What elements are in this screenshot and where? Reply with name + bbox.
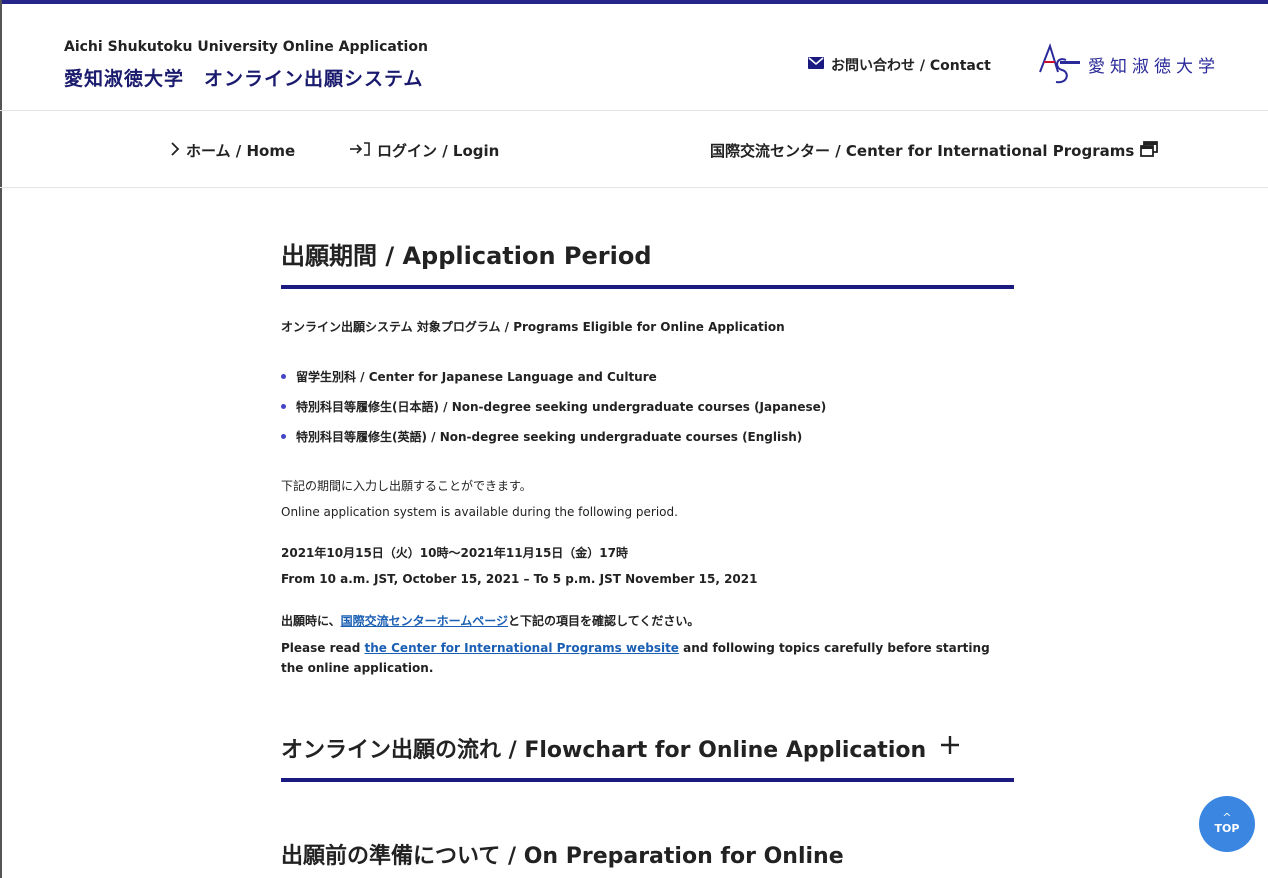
system-name-ja[interactable]: 愛知淑徳大学 オンライン出願システム [64,64,423,91]
nav-home-label: ホーム / Home [186,142,296,160]
back-to-top-button[interactable]: ^ TOP [1199,796,1255,852]
bullet-icon [281,433,286,439]
caret-up-icon: ^ [1222,811,1232,824]
international-center-link-ja[interactable]: 国際交流センターホームページ [341,614,508,628]
title-underline [281,285,1014,289]
login-icon [349,141,371,161]
top-label: TOP [1214,822,1240,835]
availability-en: Online application system is available d… [281,505,678,519]
program-label: 留学生別科 / Center for Japanese Language and… [296,369,657,384]
list-item: 留学生別科 / Center for Japanese Language and… [281,361,1014,391]
nav-international-center-label: 国際交流センター / Center for International Prog… [710,142,1135,160]
program-label: 特別科目等履修生(日本語) / Non-degree seeking under… [296,399,827,414]
logo-mark-icon [1036,42,1082,86]
flowchart-underline [281,778,1014,782]
programs-list: 留学生別科 / Center for Japanese Language and… [281,361,1014,451]
site-header: Aichi Shukutoku University Online Applic… [0,4,1268,111]
page-title: 出願期間 / Application Period [281,242,652,270]
contact-link[interactable]: お問い合わせ / Contact [808,55,991,75]
confirm-ja: 出願時に、国際交流センターホームページと下記の項目を確認してください。 [281,608,1014,634]
program-label: 特別科目等履修生(英語) / Non-degree seeking underg… [296,429,803,444]
chevron-right-icon [170,141,180,160]
university-logo[interactable]: 愛知淑徳大学 [1036,42,1220,86]
availability-ja: 下記の期間に入力し出願することができます。 [281,479,532,493]
external-window-icon [1140,140,1159,161]
international-center-link-en[interactable]: the Center for International Programs we… [365,641,679,655]
flowchart-accordion-toggle[interactable]: オンライン出願の流れ / Flowchart for Online Applic… [281,732,1014,764]
plus-icon [940,735,960,761]
confirm-ja-prefix: 出願時に、 [281,614,341,628]
preparation-title[interactable]: 出願前の準備について / On Preparation for Online [281,838,1014,870]
main-content: 出願期間 / Application Period オンライン出願システム 対象… [281,188,1014,870]
system-name-en: Aichi Shukutoku University Online Applic… [64,39,428,55]
flowchart-title: オンライン出願の流れ / Flowchart for Online Applic… [281,738,927,763]
nav-login-label: ログイン / Login [377,142,500,160]
period-ja: 2021年10月15日（火）10時～2021年11月15日（金）17時 [281,546,628,560]
list-item: 特別科目等履修生(英語) / Non-degree seeking underg… [281,421,1014,451]
nav-home[interactable]: ホーム / Home [170,140,295,161]
bullet-icon [281,403,286,409]
main-nav: ホーム / Home ログイン / Login 国際交流センター / Cente… [0,111,1268,188]
bullet-icon [281,373,286,379]
logo-text: 愛知淑徳大学 [1088,56,1220,77]
nav-login[interactable]: ログイン / Login [349,140,499,161]
confirm-en: Please read the Center for International… [281,638,1014,678]
period-en: From 10 a.m. JST, October 15, 2021 – To … [281,572,758,586]
confirm-ja-suffix: と下記の項目を確認してください。 [508,614,700,628]
programs-heading: オンライン出願システム 対象プログラム / Programs Eligible … [281,320,785,334]
list-item: 特別科目等履修生(日本語) / Non-degree seeking under… [281,391,1014,421]
confirm-en-prefix: Please read [281,641,365,655]
envelope-icon [808,57,824,73]
contact-label: お問い合わせ / Contact [831,58,991,74]
nav-international-center[interactable]: 国際交流センター / Center for International Prog… [710,140,1159,161]
